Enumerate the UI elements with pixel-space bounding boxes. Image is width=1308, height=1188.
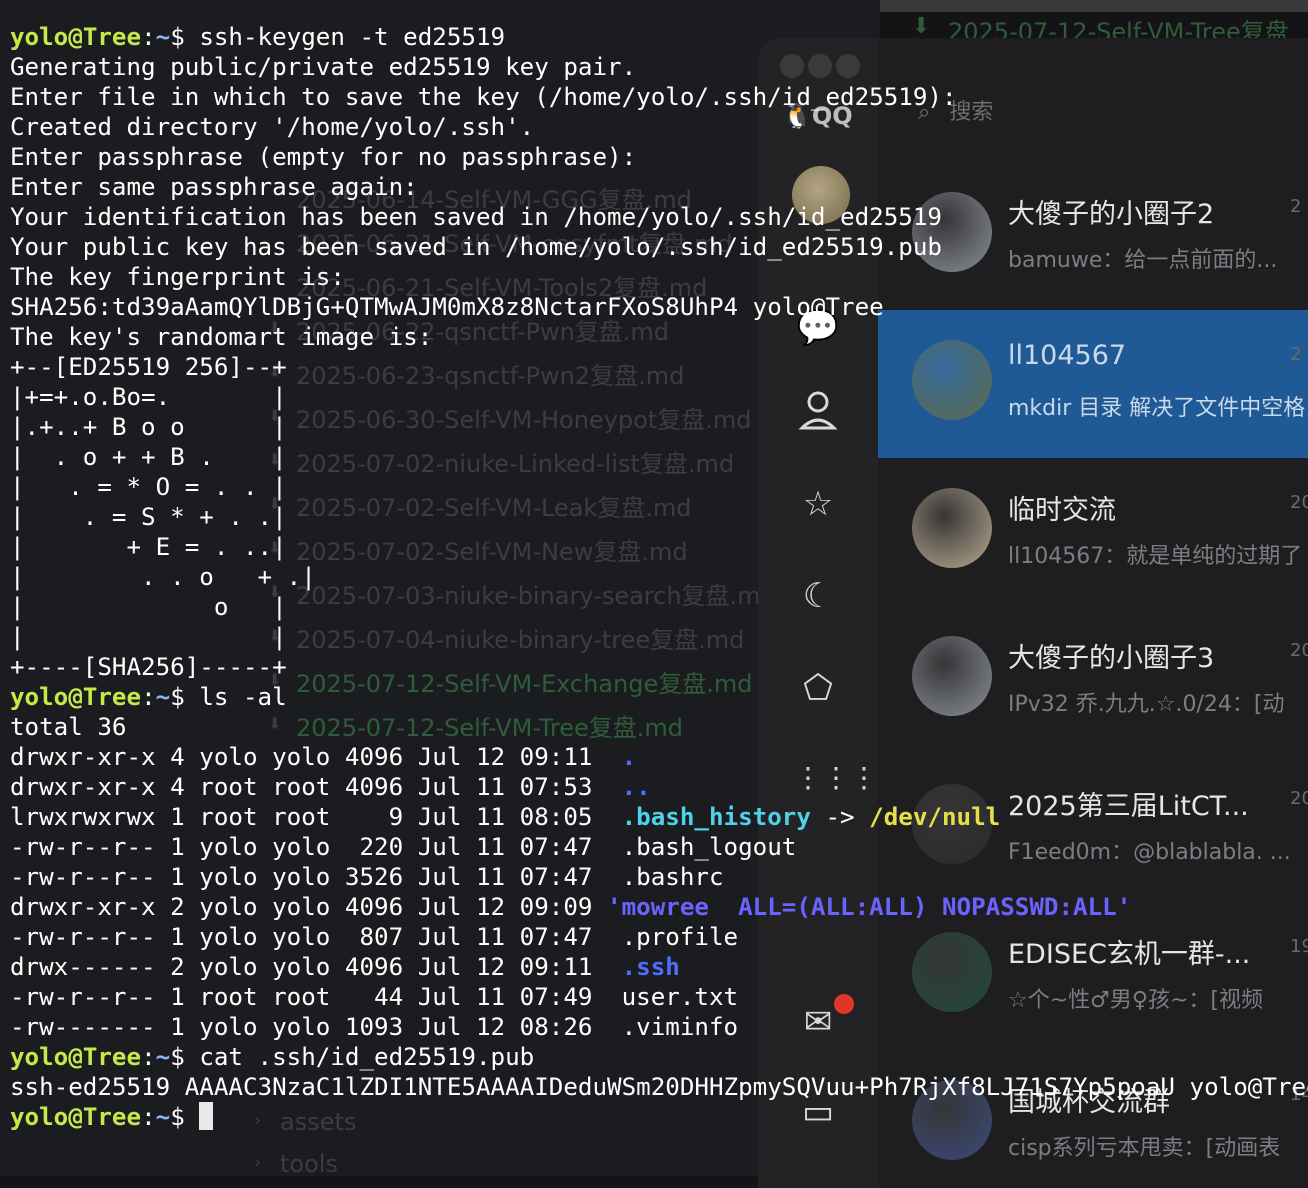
ls-meta: -rw------- 1 yolo yolo 1093 Jul 12 08:26 [10, 1013, 608, 1041]
prompt-cwd: ~ [155, 683, 171, 711]
ls-link-arrow: -> [810, 803, 870, 831]
output-line: Your identification has been saved in /h… [10, 203, 942, 231]
prompt-user: yolo [10, 1103, 69, 1131]
ls-meta: lrwxrwxrwx 1 root root 9 Jul 11 08:05 [10, 803, 608, 831]
output-line: | . = * O = . . | [10, 473, 287, 501]
terminal-cursor [199, 1102, 214, 1130]
ls-meta: -rw-r--r-- 1 root root 44 Jul 11 07:49 [10, 983, 608, 1011]
prompt-at: @ [68, 683, 83, 711]
prompt-at: @ [68, 23, 83, 51]
prompt-colon: : [141, 683, 156, 711]
output-line: The key fingerprint is: [10, 263, 345, 291]
folder-item[interactable]: tools [280, 1150, 338, 1178]
output-line: +----[SHA256]-----+ [10, 653, 287, 681]
prompt-host: Tree [82, 683, 142, 711]
ls-entry-name: .viminfo [621, 1013, 739, 1041]
output-line: Enter passphrase (empty for no passphras… [10, 143, 637, 171]
ls-meta: drwxr-xr-x 4 root root 4096 Jul 11 07:53 [10, 773, 608, 801]
ls-entry-name: . [621, 743, 637, 771]
output-line: | + E = . ..| [10, 533, 287, 561]
ls-meta: drwxr-xr-x 4 yolo yolo 4096 Jul 12 09:11 [10, 743, 608, 771]
prompt-cwd: ~ [155, 1043, 171, 1071]
prompt-at: @ [68, 1103, 83, 1131]
output-line: | . o + + B . | [10, 443, 287, 471]
prompt-dollar: $ [170, 683, 200, 711]
command-text: ls -al [199, 683, 287, 711]
prompt-host: Tree [82, 23, 142, 51]
prompt-user: yolo [10, 1043, 69, 1071]
prompt-cwd: ~ [155, 23, 171, 51]
prompt-host: Tree [82, 1103, 142, 1131]
output-line: Enter same passphrase again: [10, 173, 418, 201]
ls-meta: drwx------ 2 yolo yolo 4096 Jul 12 09:11 [10, 953, 608, 981]
ls-meta: drwxr-xr-x 2 yolo yolo 4096 Jul 12 09:09 [10, 893, 608, 921]
prompt-user: yolo [10, 23, 69, 51]
output-line: |.+..+ B o o | [10, 413, 287, 441]
ls-entry-name: .bash_history [621, 803, 811, 831]
ls-link-target: /dev/null [869, 803, 1001, 831]
ls-meta: -rw-r--r-- 1 yolo yolo 807 Jul 11 07:47 [10, 923, 608, 951]
output-line: +--[ED25519 256]--+ [10, 353, 287, 381]
prompt-colon: : [141, 1043, 156, 1071]
ls-entry-name: user.txt [621, 983, 739, 1011]
prompt-colon: : [141, 23, 156, 51]
ls-entry-name: .ssh [621, 953, 680, 981]
output-line: ssh-ed25519 AAAAC3NzaC1lZDI1NTE5AAAAIDed… [10, 1073, 1308, 1101]
prompt-colon: : [141, 1103, 156, 1131]
terminal-output[interactable]: yolo@Tree:~$ ssh-keygen -t ed25519 Gener… [10, 22, 1308, 1132]
output-line: Your public key has been saved in /home/… [10, 233, 942, 261]
command-text: ssh-keygen -t ed25519 [199, 23, 506, 51]
output-line: The key's randomart image is: [10, 323, 433, 351]
output-line: | | [10, 623, 287, 651]
conversation-preview: cisp系列亏本甩卖：[动画表 [1008, 1136, 1281, 1161]
terminal-window[interactable]: yolo@Tree:~$ ssh-keygen -t ed25519 Gener… [0, 12, 1308, 1176]
ls-meta: -rw-r--r-- 1 yolo yolo 3526 Jul 11 07:47 [10, 863, 608, 891]
ls-entry-name: .bash_logout [621, 833, 797, 861]
output-line: total 36 [10, 713, 127, 741]
ls-entry-name: .bashrc [621, 863, 724, 891]
prompt-host: Tree [82, 1043, 142, 1071]
output-line: Enter file in which to save the key (/ho… [10, 83, 957, 111]
output-line: | . . o + .| [10, 563, 316, 591]
prompt-at: @ [68, 1043, 83, 1071]
chevron-right-icon: › [254, 1152, 262, 1173]
prompt-dollar: $ [170, 23, 200, 51]
prompt-dollar: $ [170, 1103, 200, 1131]
output-line: Generating public/private ed25519 key pa… [10, 53, 637, 81]
command-text: cat .ssh/id_ed25519.pub [199, 1043, 535, 1071]
prompt-dollar: $ [170, 1043, 200, 1071]
prompt-cwd: ~ [155, 1103, 171, 1131]
output-line: Created directory '/home/yolo/.ssh'. [10, 113, 535, 141]
output-line: |+=+.o.Bo=. | [10, 383, 287, 411]
ls-entry-name: .profile [621, 923, 739, 951]
ls-entry-name: .. [621, 773, 651, 801]
output-line: | o | [10, 593, 287, 621]
ls-meta: -rw-r--r-- 1 yolo yolo 220 Jul 11 07:47 [10, 833, 608, 861]
output-line: | . = S * + . .| [10, 503, 287, 531]
output-line: SHA256:td39aAamQYlDBjG+QTMwAJM0mX8z8Ncta… [10, 293, 884, 321]
prompt-user: yolo [10, 683, 69, 711]
ls-entry-name: 'mowree ALL=(ALL:ALL) NOPASSWD:ALL' [607, 893, 1132, 921]
